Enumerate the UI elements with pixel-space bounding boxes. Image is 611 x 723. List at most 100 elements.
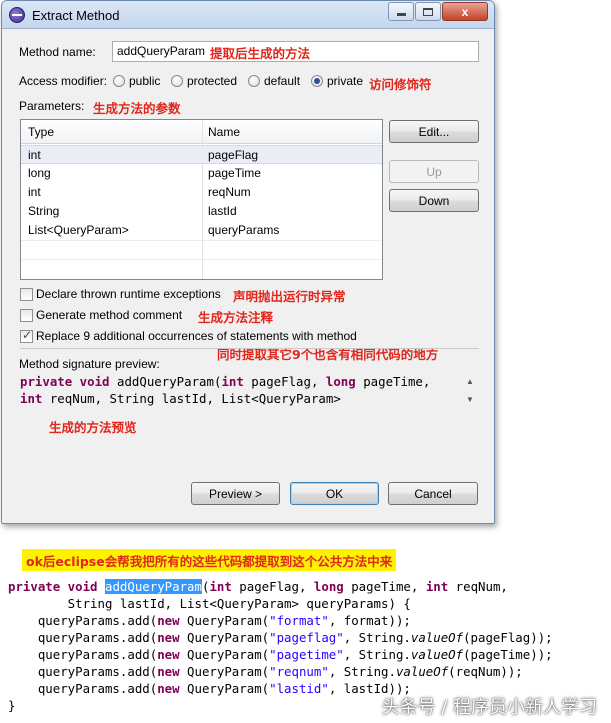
code-keyword: private void: [20, 374, 110, 389]
replace-occurrences-checkbox[interactable]: [20, 328, 33, 343]
param-type: List<QueryParam>: [28, 223, 129, 237]
scroll-up-icon[interactable]: ▲: [466, 377, 474, 386]
radio-protected[interactable]: [171, 75, 183, 87]
signature-preview-box[interactable]: private void addQueryParam(int pageFlag,…: [20, 373, 479, 411]
parameters-table[interactable]: Type Name int pageFlag long pageTime int…: [20, 119, 383, 280]
cancel-button[interactable]: Cancel: [388, 482, 478, 505]
radio-default[interactable]: [248, 75, 260, 87]
code-keyword: int: [209, 579, 232, 594]
code-text: reqNum,: [448, 579, 508, 594]
code-keyword: private void: [8, 579, 98, 594]
replace-occurrences-annotation: 同时提取其它9个也含有相同代码的地方: [217, 347, 439, 362]
code-static-method: valueOf: [410, 647, 464, 662]
radio-public-label[interactable]: public: [129, 74, 160, 88]
code-keyword: long: [313, 579, 344, 594]
code-text: , String.: [328, 664, 396, 679]
minimize-icon: [396, 13, 406, 16]
code-text: , String.: [343, 647, 411, 662]
param-type: int: [28, 148, 41, 162]
generate-comment-checkbox[interactable]: [20, 309, 33, 322]
param-name: pageTime: [208, 166, 261, 180]
param-name: lastId: [208, 204, 237, 218]
selected-method-name[interactable]: addQueryParam: [105, 579, 202, 594]
separator: [20, 348, 479, 349]
code-keyword: long: [325, 374, 356, 389]
title-bar[interactable]: Extract Method x: [2, 1, 494, 29]
table-row[interactable]: long pageTime: [21, 164, 382, 183]
minimize-button[interactable]: [388, 2, 414, 21]
replace-occurrences-label[interactable]: Replace 9 additional occurrences of stat…: [36, 329, 357, 343]
code-string: "pagetime": [269, 647, 344, 662]
code-text: queryParams.add(: [8, 681, 158, 696]
code-static-method: valueOf: [410, 630, 464, 645]
code-text: pageTime,: [355, 374, 431, 389]
param-type: long: [28, 166, 51, 180]
maximize-icon: [423, 7, 433, 16]
column-header-name[interactable]: Name: [208, 125, 240, 139]
code-text: queryParams.add(: [8, 630, 158, 645]
extract-method-dialog: Extract Method x Method name: addQueryPa…: [1, 0, 495, 524]
down-button[interactable]: Down: [389, 189, 479, 212]
declare-exceptions-checkbox[interactable]: [20, 288, 33, 301]
code-text: queryParams.add(: [8, 664, 158, 679]
signature-preview-line-2: int reqNum, String lastId, List<QueryPar…: [20, 390, 479, 407]
radio-public[interactable]: [113, 75, 125, 87]
code-string: "format": [269, 613, 329, 628]
preview-button[interactable]: Preview >: [191, 482, 280, 505]
close-icon: x: [461, 4, 469, 19]
table-row[interactable]: int pageFlag: [21, 145, 382, 164]
declare-exceptions-label[interactable]: Declare thrown runtime exceptions: [36, 287, 221, 301]
code-text: pageFlag,: [243, 374, 326, 389]
method-name-value: addQueryParam: [117, 44, 206, 58]
signature-preview-line-1: private void addQueryParam(int pageFlag,…: [20, 373, 479, 390]
code-text: QueryParam(: [179, 613, 270, 628]
ok-button[interactable]: OK: [290, 482, 379, 505]
code-text: (reqNum));: [448, 664, 523, 679]
declare-exceptions-annotation: 声明抛出运行时异常: [233, 289, 346, 304]
up-button[interactable]: Up: [389, 160, 479, 183]
radio-default-label[interactable]: default: [264, 74, 300, 88]
code-text: reqNum, String lastId, List<QueryParam>: [42, 391, 341, 406]
code-line: queryParams.add(new QueryParam("pageflag…: [8, 629, 608, 646]
signature-preview-label: Method signature preview:: [19, 357, 160, 371]
preview-scrollbar[interactable]: ▲ ▼: [464, 375, 476, 411]
preview-annotation: 生成的方法预览: [49, 420, 137, 435]
code-text: QueryParam(: [179, 664, 270, 679]
column-header-type[interactable]: Type: [28, 125, 54, 139]
code-text: QueryParam(: [179, 681, 270, 696]
code-line: queryParams.add(new QueryParam("format",…: [8, 612, 608, 629]
code-keyword: new: [157, 630, 180, 645]
table-row[interactable]: String lastId: [21, 202, 382, 221]
code-keyword: new: [157, 647, 180, 662]
code-keyword: new: [157, 664, 180, 679]
generate-comment-annotation: 生成方法注释: [198, 310, 274, 325]
code-line: queryParams.add(new QueryParam("reqnum",…: [8, 663, 608, 680]
method-name-label: Method name:: [19, 45, 96, 59]
param-type: String: [28, 204, 60, 218]
code-static-method: valueOf: [395, 664, 449, 679]
code-text: (pageFlag));: [463, 630, 553, 645]
code-keyword: int: [425, 579, 449, 594]
table-row[interactable]: int reqNum: [21, 183, 382, 202]
code-text: pageTime,: [343, 579, 426, 594]
code-text: QueryParam(: [179, 647, 270, 662]
row-divider: [21, 240, 382, 241]
edit-button[interactable]: Edit...: [389, 120, 479, 143]
access-modifier-label: Access modifier:: [19, 74, 108, 88]
code-keyword: new: [157, 613, 180, 628]
code-text: queryParams.add(: [8, 613, 158, 628]
radio-protected-label[interactable]: protected: [187, 74, 237, 88]
method-name-annotation: 提取后生成的方法: [210, 46, 311, 61]
parameters-annotation: 生成方法的参数: [93, 101, 181, 116]
scroll-down-icon[interactable]: ▼: [466, 395, 474, 404]
close-button[interactable]: x: [442, 2, 488, 21]
code-text: pageFlag,: [231, 579, 314, 594]
radio-private[interactable]: [311, 75, 323, 87]
table-row[interactable]: List<QueryParam> queryParams: [21, 221, 382, 240]
maximize-button[interactable]: [415, 2, 441, 21]
generate-comment-label[interactable]: Generate method comment: [36, 308, 182, 322]
code-line: queryParams.add(new QueryParam("pagetime…: [8, 646, 608, 663]
code-line: String lastId, List<QueryParam> queryPar…: [8, 596, 411, 611]
code-string: "lastid": [269, 681, 329, 696]
radio-private-label[interactable]: private: [327, 74, 363, 88]
